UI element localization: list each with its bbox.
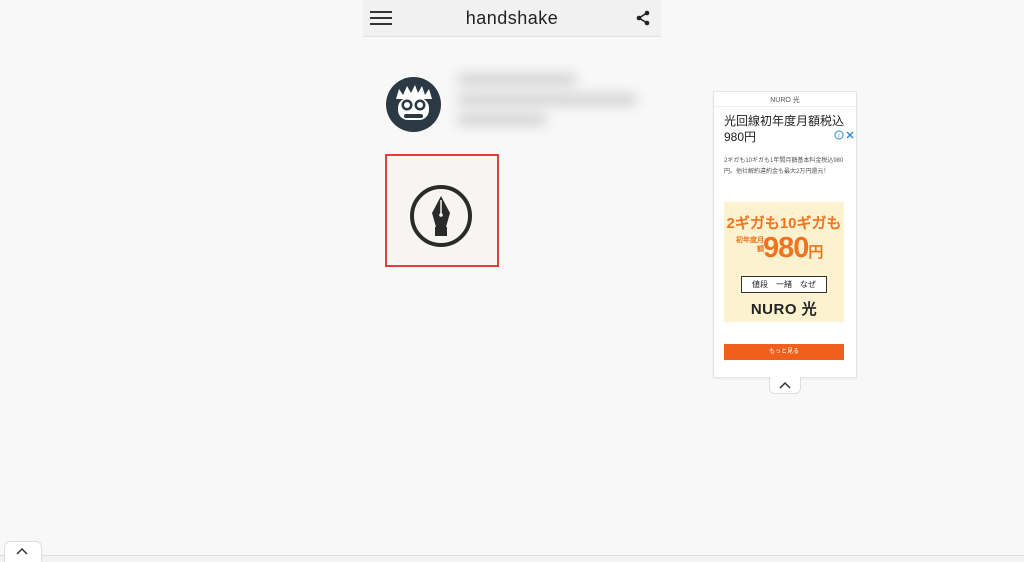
banner-price: 980円 <box>763 232 823 265</box>
banner-logo: NURO 光 <box>750 301 818 318</box>
banner-price-suffix: 円 <box>808 244 823 261</box>
banner-small-label: 初年度月額 <box>736 237 764 253</box>
ad-divider <box>714 106 856 107</box>
fountain-pen-nib-icon <box>410 185 472 247</box>
mascot-face-icon <box>396 85 432 120</box>
ad-choices-icon[interactable]: i <box>834 127 856 140</box>
top-navigation-bar: handshake <box>363 0 661 37</box>
ad-collapse-button[interactable] <box>769 377 801 394</box>
nuro-advertisement[interactable]: NURO 光 光回線初年度月額税込980円 i 2ギガも10ギガも1年間月額基本… <box>713 91 857 378</box>
site-title[interactable]: handshake <box>363 8 661 29</box>
bottom-expand-button[interactable] <box>4 541 42 562</box>
banner-tagline: 値段 一緒 なぜ <box>741 276 827 293</box>
ad-more-button[interactable]: もっと見る <box>724 344 844 360</box>
blurred-profile-text <box>455 70 643 134</box>
ad-brand: NURO 光 <box>770 97 800 104</box>
banner-price-number: 980 <box>763 232 809 264</box>
banner-headline: 2ギガも10ギガも <box>726 215 842 232</box>
share-icon[interactable] <box>635 10 651 26</box>
highlighted-pen-button[interactable] <box>385 154 499 267</box>
ad-banner-image[interactable]: 2ギガも10ギガも 初年度月額 980円 値段 一緒 なぜ NURO 光 <box>724 202 844 322</box>
ad-description: 2ギガも10ギガも1年間月額基本料金税込980円。他社解約違約金も最大2万円還元… <box>724 158 844 175</box>
chevron-up-icon <box>779 381 791 389</box>
ad-headline[interactable]: 光回線初年度月額税込980円 <box>724 113 846 145</box>
chevron-up-icon <box>16 547 28 555</box>
profile-avatar[interactable] <box>386 77 441 132</box>
